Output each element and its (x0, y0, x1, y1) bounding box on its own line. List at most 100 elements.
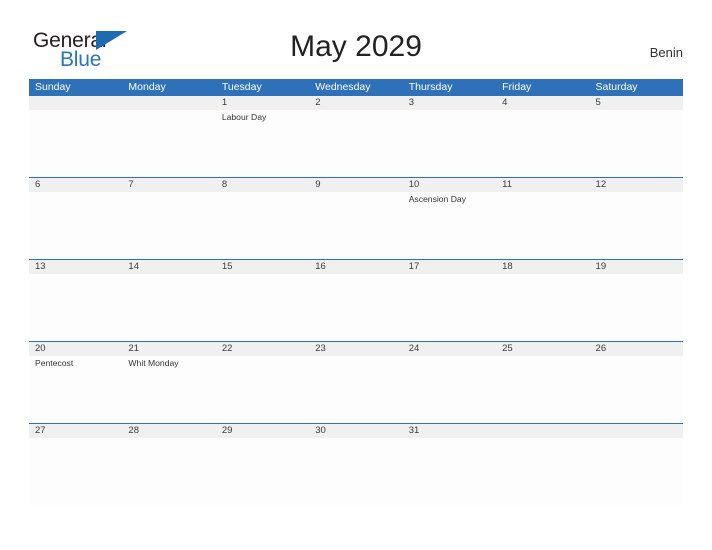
day-number-4[interactable]: 4 (496, 96, 589, 110)
day-cell-30[interactable] (309, 438, 402, 505)
day-cell-15[interactable] (216, 274, 309, 341)
day-number-9[interactable]: 9 (309, 178, 402, 192)
holiday-label: Ascension Day (408, 194, 467, 204)
day-number-24[interactable]: 24 (403, 342, 496, 356)
day-number-empty (496, 424, 589, 438)
day-cell-21[interactable]: Whit Monday (122, 356, 215, 423)
day-cell-4[interactable] (496, 110, 589, 177)
day-cell-24[interactable] (403, 356, 496, 423)
weekday-header-wednesday: Wednesday (315, 81, 371, 93)
day-cell-8[interactable] (216, 192, 309, 259)
day-number-23[interactable]: 23 (309, 342, 402, 356)
week-event-band: Labour Day (29, 110, 683, 177)
day-number-11[interactable]: 11 (496, 178, 589, 192)
day-number-22[interactable]: 22 (216, 342, 309, 356)
day-number-25[interactable]: 25 (496, 342, 589, 356)
page-title: May 2029 (290, 30, 422, 63)
week-date-band: 6 7 8 9 10 11 12 (29, 178, 683, 192)
day-number-empty (29, 96, 122, 110)
holiday-label: Pentecost (35, 358, 74, 368)
day-number-21[interactable]: 21 (122, 342, 215, 356)
day-number-30[interactable]: 30 (309, 424, 402, 438)
day-number-2[interactable]: 2 (309, 96, 402, 110)
day-cell-5[interactable] (590, 110, 683, 177)
day-number-28[interactable]: 28 (122, 424, 215, 438)
day-number-12[interactable]: 12 (590, 178, 683, 192)
holiday-label: Whit Monday (128, 358, 179, 368)
calendar-week-row: 6 7 8 9 10 11 12 Ascension Day (29, 177, 683, 259)
day-cell-26[interactable] (590, 356, 683, 423)
day-number-empty (590, 424, 683, 438)
day-number-1[interactable]: 1 (216, 96, 309, 110)
day-number-3[interactable]: 3 (403, 96, 496, 110)
day-number-27[interactable]: 27 (29, 424, 122, 438)
weekday-header-row: Sunday Monday Tuesday Wednesday Thursday Frid… (29, 79, 683, 96)
day-number-31[interactable]: 31 (403, 424, 496, 438)
calendar-weeks: 1 2 3 4 5 Labour Day 6 7 8 9 10 11 12 Ascension Day 13… (29, 96, 683, 505)
weekday-header-sunday: Sunday (35, 81, 71, 93)
day-cell-14[interactable] (122, 274, 215, 341)
day-cell-empty (590, 438, 683, 505)
week-date-band: 13 14 15 16 17 18 19 (29, 260, 683, 274)
calendar-grid: Sunday Monday Tuesday Wednesday Thursday Frid… (29, 79, 683, 505)
day-cell-23[interactable] (309, 356, 402, 423)
day-cell-18[interactable] (496, 274, 589, 341)
day-cell-19[interactable] (590, 274, 683, 341)
week-date-band: 27 28 29 30 31 (29, 424, 683, 438)
day-cell-25[interactable] (496, 356, 589, 423)
weekday-header-saturday: Saturday (595, 81, 638, 93)
day-number-8[interactable]: 8 (216, 178, 309, 192)
week-date-band: 20 21 22 23 24 25 26 (29, 342, 683, 356)
day-cell-20[interactable]: Pentecost (29, 356, 122, 423)
day-number-5[interactable]: 5 (590, 96, 683, 110)
day-cell-empty (496, 438, 589, 505)
day-number-20[interactable]: 20 (29, 342, 122, 356)
day-cell-7[interactable] (122, 192, 215, 259)
day-cell-22[interactable] (216, 356, 309, 423)
week-event-band (29, 438, 683, 505)
page-header: General Blue May 2029 Benin (0, 0, 712, 79)
day-cell-9[interactable] (309, 192, 402, 259)
weekday-header-thursday: Thursday (408, 81, 453, 93)
day-cell-27[interactable] (29, 438, 122, 505)
country-label: Benin (649, 45, 683, 60)
day-cell-2[interactable] (309, 110, 402, 177)
day-cell-13[interactable] (29, 274, 122, 341)
weekday-header-friday: Friday (502, 81, 532, 93)
day-number-13[interactable]: 13 (29, 260, 122, 274)
week-event-band: Ascension Day (29, 192, 683, 259)
day-cell-6[interactable] (29, 192, 122, 259)
day-cell-empty (29, 110, 122, 177)
day-number-7[interactable]: 7 (122, 178, 215, 192)
day-number-17[interactable]: 17 (403, 260, 496, 274)
day-number-26[interactable]: 26 (590, 342, 683, 356)
day-cell-empty (122, 110, 215, 177)
day-cell-31[interactable] (403, 438, 496, 505)
day-cell-10[interactable]: Ascension Day (403, 192, 496, 259)
calendar-page: General Blue May 2029 Benin Sunday Monday… (0, 0, 712, 550)
day-number-29[interactable]: 29 (216, 424, 309, 438)
weekday-header-monday: Monday (128, 81, 166, 93)
day-cell-29[interactable] (216, 438, 309, 505)
day-cell-12[interactable] (590, 192, 683, 259)
day-cell-16[interactable] (309, 274, 402, 341)
calendar-week-row: 13 14 15 16 17 18 19 (29, 259, 683, 341)
day-number-19[interactable]: 19 (590, 260, 683, 274)
week-event-band (29, 274, 683, 341)
calendar-week-row: 1 2 3 4 5 Labour Day (29, 96, 683, 177)
day-number-14[interactable]: 14 (122, 260, 215, 274)
day-cell-11[interactable] (496, 192, 589, 259)
holiday-label: Labour Day (221, 112, 267, 122)
day-cell-17[interactable] (403, 274, 496, 341)
day-number-16[interactable]: 16 (309, 260, 402, 274)
day-number-empty (122, 96, 215, 110)
day-number-15[interactable]: 15 (216, 260, 309, 274)
day-number-10[interactable]: 10 (403, 178, 496, 192)
calendar-week-row: 27 28 29 30 31 (29, 423, 683, 505)
day-cell-3[interactable] (403, 110, 496, 177)
day-cell-1[interactable]: Labour Day (216, 110, 309, 177)
day-number-18[interactable]: 18 (496, 260, 589, 274)
day-number-6[interactable]: 6 (29, 178, 122, 192)
day-cell-28[interactable] (122, 438, 215, 505)
calendar-week-row: 20 21 22 23 24 25 26 Pentecost Whit Monday (29, 341, 683, 423)
